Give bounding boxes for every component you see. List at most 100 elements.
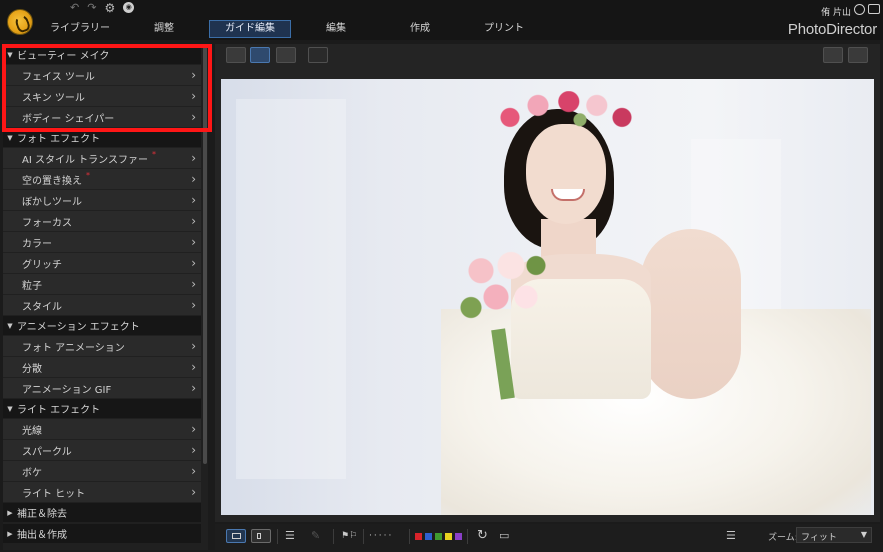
item-label: ライト ヒット: [22, 488, 86, 500]
item-sky-replacement[interactable]: 空の置き換え * ›: [3, 169, 201, 189]
section-correction-removal[interactable]: ▶ 補正＆除去: [3, 503, 201, 522]
tab-adjust[interactable]: 調整: [134, 20, 194, 38]
redo-icon[interactable]: ↷: [87, 2, 96, 14]
item-focus[interactable]: フォーカス ›: [3, 211, 201, 231]
section-label: ライト エフェクト: [17, 405, 101, 416]
zoom-select[interactable]: フィット ▼: [796, 527, 872, 543]
item-dispersion[interactable]: 分散 ›: [3, 357, 201, 377]
item-photo-animation[interactable]: フォト アニメーション ›: [3, 336, 201, 356]
settings-gear-icon[interactable]: ⚙: [104, 2, 115, 14]
chevron-right-icon: ›: [191, 193, 196, 207]
item-label: ボディー シェイパー: [22, 113, 115, 125]
item-label: グリッチ: [22, 259, 62, 271]
item-label: ぼかしツール: [22, 196, 82, 208]
tab-library[interactable]: ライブラリー: [44, 20, 116, 38]
user-avatar-icon[interactable]: [854, 4, 865, 15]
item-label: フェイス ツール: [22, 71, 95, 83]
hand-tool-icon[interactable]: [848, 47, 868, 63]
color-label-yellow[interactable]: [445, 533, 452, 540]
item-label: 光線: [22, 425, 42, 437]
bouquet: [451, 234, 551, 339]
pen-icon[interactable]: ✎: [311, 529, 320, 543]
app-logo-icon[interactable]: [7, 9, 33, 35]
section-label: アニメーション エフェクト: [17, 322, 140, 333]
item-label: フォーカス: [22, 217, 72, 229]
flag-icon[interactable]: ⚑⚐: [341, 529, 357, 543]
chevron-right-icon: ›: [191, 89, 196, 103]
color-label-red[interactable]: [415, 533, 422, 540]
item-particles[interactable]: 粒子 ›: [3, 274, 201, 294]
second-display-icon[interactable]: [308, 47, 328, 63]
item-color[interactable]: カラー ›: [3, 232, 201, 252]
brand-name: PhotoDirector: [787, 21, 877, 38]
tab-guided-edit[interactable]: ガイド編集: [209, 20, 291, 38]
item-label: カラー: [22, 238, 52, 250]
zoom-value: フィット: [801, 533, 837, 543]
single-view-icon[interactable]: [250, 47, 270, 63]
item-label: スタイル: [22, 301, 62, 313]
color-label-purple[interactable]: [455, 533, 462, 540]
item-label: AI スタイル トランスファー: [22, 154, 148, 166]
user-name[interactable]: 侑 片山: [821, 5, 851, 18]
item-body-shaper[interactable]: ボディー シェイパー ›: [3, 107, 201, 127]
item-animation-gif[interactable]: アニメーション GIF ›: [3, 378, 201, 398]
section-animation-effects[interactable]: ▼ アニメーション エフェクト: [3, 316, 201, 335]
color-label-green[interactable]: [435, 533, 442, 540]
divider: [363, 529, 364, 544]
divider: [277, 529, 278, 544]
arm: [641, 229, 741, 399]
crop-icon[interactable]: ▭: [499, 529, 509, 543]
item-sparkle[interactable]: スパークル ›: [3, 440, 201, 460]
chevron-right-icon: ›: [191, 277, 196, 291]
color-label-blue[interactable]: [425, 533, 432, 540]
grid-view-icon[interactable]: [276, 47, 296, 63]
chevron-right-icon: ›: [191, 485, 196, 499]
tab-print[interactable]: プリント: [472, 20, 536, 38]
section-photo-effects[interactable]: ▼ フォト エフェクト: [3, 128, 201, 147]
section-beauty-makeup[interactable]: ▼ ビューティー メイク: [3, 45, 201, 64]
new-badge-icon: *: [86, 170, 90, 180]
camera-icon[interactable]: ◉: [123, 2, 135, 13]
rotate-icon[interactable]: ↻: [477, 529, 488, 543]
item-face-tools[interactable]: フェイス ツール ›: [3, 65, 201, 85]
side-by-side-button[interactable]: [251, 529, 271, 543]
section-label: 補正＆除去: [17, 509, 67, 520]
collapse-triangle-icon: ▶: [7, 508, 13, 517]
section-light-effects[interactable]: ▼ ライト エフェクト: [3, 399, 201, 418]
single-compare-button[interactable]: [226, 529, 246, 543]
item-label: アニメーション GIF: [22, 384, 112, 396]
item-label: ボケ: [22, 467, 42, 479]
zoom-tool-icon[interactable]: [823, 47, 843, 63]
chevron-right-icon: ›: [191, 339, 196, 353]
collapse-triangle-icon: ▶: [7, 529, 13, 538]
section-extract-create[interactable]: ▶ 抽出＆作成: [3, 524, 201, 543]
face: [526, 124, 606, 224]
tab-create[interactable]: 作成: [390, 20, 450, 38]
chevron-right-icon: ›: [191, 298, 196, 312]
rating-dots[interactable]: ·····: [369, 529, 393, 543]
item-label: 空の置き換え: [22, 175, 82, 187]
chevron-right-icon: ›: [191, 422, 196, 436]
item-label: フォト アニメーション: [22, 342, 125, 354]
panel-scrollbar[interactable]: [203, 44, 207, 464]
undo-icon[interactable]: ↶: [70, 2, 79, 14]
item-blur-tools[interactable]: ぼかしツール ›: [3, 190, 201, 210]
item-glitch[interactable]: グリッチ ›: [3, 253, 201, 273]
quick-actions: ↶ ↷ ⚙ ◉: [70, 2, 135, 14]
item-light-rays[interactable]: 光線 ›: [3, 419, 201, 439]
rotate-list-icon[interactable]: ☰: [285, 529, 295, 543]
sort-menu-icon[interactable]: ☰: [726, 529, 736, 543]
before-after-icon[interactable]: [226, 47, 246, 63]
item-label: 分散: [22, 363, 42, 375]
item-light-hit[interactable]: ライト ヒット ›: [3, 482, 201, 502]
item-label: スパークル: [22, 446, 72, 458]
item-bokeh[interactable]: ボケ ›: [3, 461, 201, 481]
chevron-down-icon: ▼: [860, 530, 867, 539]
item-label: 粒子: [22, 280, 42, 292]
item-ai-style-transfer[interactable]: AI スタイル トランスファー * ›: [3, 148, 201, 168]
tab-edit[interactable]: 編集: [306, 20, 366, 38]
message-icon[interactable]: [868, 4, 880, 14]
item-style[interactable]: スタイル ›: [3, 295, 201, 315]
flower-crown: [496, 91, 636, 139]
item-skin-tools[interactable]: スキン ツール ›: [3, 86, 201, 106]
